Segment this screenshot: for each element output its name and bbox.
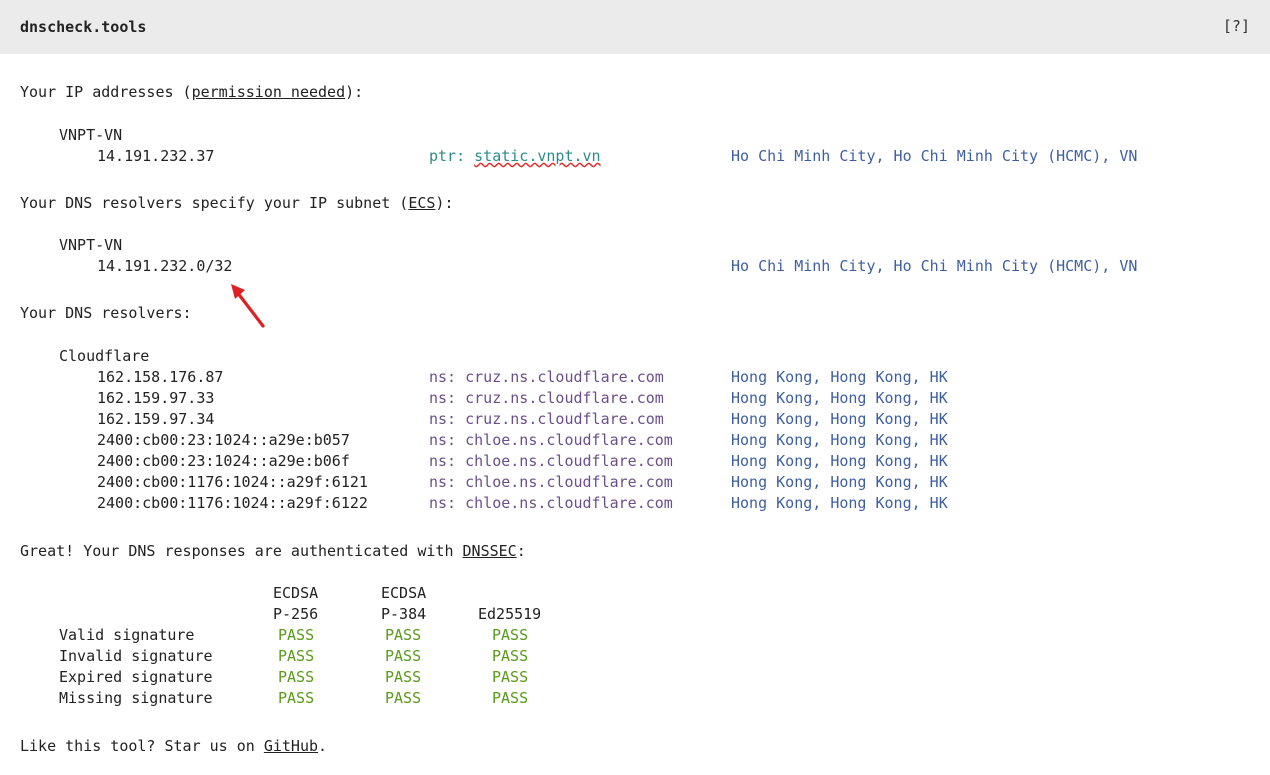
top-bar: dnscheck.tools [?]	[0, 0, 1270, 54]
pass-result: PASS	[492, 626, 529, 644]
help-link[interactable]: [?]	[1223, 17, 1250, 35]
resolver-ip: 2400:cb00:23:1024::a29e:b06f	[97, 452, 350, 470]
ip-heading-suffix: ):	[345, 83, 364, 101]
column-header-line1: ECDSA	[273, 584, 319, 602]
resolver-location: Hong Kong, Hong Kong, HK	[731, 431, 948, 449]
dnssec-heading: Great! Your DNS responses are authentica…	[20, 541, 526, 562]
footer-suffix: .	[318, 737, 328, 755]
resolver-location: Hong Kong, Hong Kong, HK	[731, 410, 948, 428]
resolver-ip: 2400:cb00:1176:1024::a29f:6121	[97, 473, 368, 491]
ecs-subnet: 14.191.232.0/32	[97, 257, 233, 275]
ptr-value: static.vnpt.vn	[474, 147, 601, 165]
pass-result: PASS	[385, 626, 422, 644]
pass-result: PASS	[385, 647, 422, 665]
github-link[interactable]: GitHub	[264, 737, 318, 755]
permission-needed-link[interactable]: permission needed	[192, 83, 346, 101]
ecs-provider: VNPT-VN	[59, 236, 123, 254]
resolver-location: Hong Kong, Hong Kong, HK	[731, 368, 948, 386]
ecs-link[interactable]: ECS	[408, 194, 435, 212]
column-header-line2: P-256	[273, 605, 319, 623]
pass-result: PASS	[492, 647, 529, 665]
ptr-label: ptr:	[429, 147, 475, 165]
signature-row-label: Expired signature	[59, 668, 213, 686]
resolver-location: Hong Kong, Hong Kong, HK	[731, 452, 948, 470]
signature-row-label: Valid signature	[59, 626, 195, 644]
column-header-line2: P-384	[381, 605, 427, 623]
resolver-ip: 162.159.97.33	[97, 389, 215, 407]
site-title[interactable]: dnscheck.tools	[20, 18, 146, 36]
pass-result: PASS	[492, 689, 529, 707]
ip-heading-text: Your IP addresses (	[20, 83, 192, 101]
pass-result: PASS	[278, 689, 315, 707]
resolver-ns: ns: chloe.ns.cloudflare.com	[429, 473, 673, 491]
dnssec-heading-text: Great! Your DNS responses are authentica…	[20, 542, 463, 560]
ecs-heading-suffix: ):	[435, 194, 454, 212]
resolver-ns: ns: chloe.ns.cloudflare.com	[429, 494, 673, 512]
ip-section-heading: Your IP addresses (permission needed):	[20, 82, 363, 103]
resolver-ns: ns: cruz.ns.cloudflare.com	[429, 389, 664, 407]
footer-line: Like this tool? Star us on GitHub.	[20, 736, 327, 757]
pass-result: PASS	[385, 689, 422, 707]
pass-result: PASS	[278, 626, 315, 644]
ecs-heading-text: Your DNS resolvers specify your IP subne…	[20, 194, 409, 212]
ptr-record: ptr: static.vnpt.vn	[429, 146, 601, 167]
ip-provider: VNPT-VN	[59, 126, 123, 144]
resolver-provider: Cloudflare	[59, 347, 150, 365]
signature-row-label: Invalid signature	[59, 647, 213, 665]
resolver-location: Hong Kong, Hong Kong, HK	[731, 473, 948, 491]
resolver-ip: 2400:cb00:1176:1024::a29f:6122	[97, 494, 368, 512]
ip-location: Ho Chi Minh City, Ho Chi Minh City (HCMC…	[731, 147, 1138, 165]
pass-result: PASS	[385, 668, 422, 686]
pass-result: PASS	[278, 647, 315, 665]
footer-text: Like this tool? Star us on	[20, 737, 264, 755]
ecs-location: Ho Chi Minh City, Ho Chi Minh City (HCMC…	[731, 257, 1138, 275]
resolvers-heading: Your DNS resolvers:	[20, 304, 192, 322]
resolver-ns: ns: cruz.ns.cloudflare.com	[429, 410, 664, 428]
resolver-location: Hong Kong, Hong Kong, HK	[731, 389, 948, 407]
resolver-ip: 162.158.176.87	[97, 368, 224, 386]
ip-address: 14.191.232.37	[97, 147, 215, 165]
resolver-ns: ns: chloe.ns.cloudflare.com	[429, 452, 673, 470]
ecs-section-heading: Your DNS resolvers specify your IP subne…	[20, 193, 453, 214]
pass-result: PASS	[492, 668, 529, 686]
resolver-location: Hong Kong, Hong Kong, HK	[731, 494, 948, 512]
resolver-ns: ns: chloe.ns.cloudflare.com	[429, 431, 673, 449]
pass-result: PASS	[278, 668, 315, 686]
resolver-ip: 2400:cb00:23:1024::a29e:b057	[97, 431, 350, 449]
dnssec-link[interactable]: DNSSEC	[463, 542, 517, 560]
red-annotation-arrow	[231, 284, 265, 328]
dnssec-heading-suffix: :	[516, 542, 526, 560]
resolver-ns: ns: cruz.ns.cloudflare.com	[429, 368, 664, 386]
signature-row-label: Missing signature	[59, 689, 213, 707]
column-header-line1: ECDSA	[381, 584, 427, 602]
column-header-line2: Ed25519	[478, 605, 542, 623]
resolver-ip: 162.159.97.34	[97, 410, 215, 428]
